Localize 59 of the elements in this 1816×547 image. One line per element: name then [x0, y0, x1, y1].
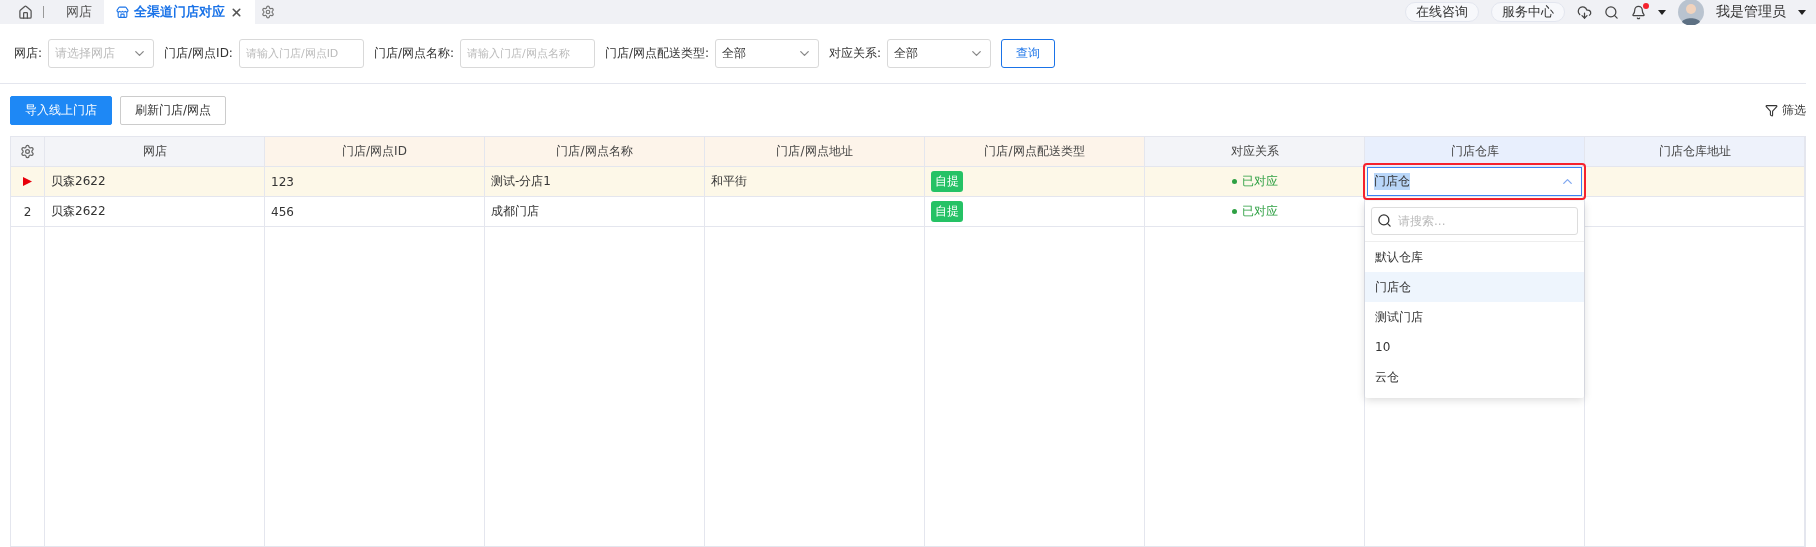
- header-cell: 门店仓库: [1365, 137, 1585, 167]
- table-cell: 和平街: [711, 173, 747, 190]
- input-field[interactable]: 请输入门店/网点ID: [238, 39, 364, 68]
- dropdown-option[interactable]: 10: [1365, 332, 1584, 362]
- header-cell: 门店/网点配送类型: [925, 137, 1145, 167]
- select-field[interactable]: 全部: [715, 39, 820, 68]
- tab[interactable]: 网店: [54, 0, 104, 24]
- status-label: 已对应: [1231, 203, 1278, 220]
- table-cell: 测试-分店1: [491, 173, 551, 190]
- table-cell: 贝森2622: [51, 173, 106, 190]
- query-button[interactable]: 查询: [1001, 39, 1056, 68]
- caret-icon[interactable]: [1798, 9, 1806, 15]
- search-icon[interactable]: [1604, 4, 1619, 20]
- row-number: 2: [23, 204, 32, 219]
- close-icon[interactable]: [230, 5, 243, 19]
- filter-link[interactable]: 筛选: [1765, 101, 1806, 119]
- filter-label: 对应关系:: [829, 45, 882, 62]
- settings-icon[interactable]: [261, 5, 275, 19]
- filter-icon: [1765, 103, 1778, 117]
- current-row-icon: [23, 177, 32, 186]
- header-button[interactable]: 服务中心: [1491, 2, 1565, 22]
- filter-label: 网店:: [14, 45, 43, 62]
- home-icon[interactable]: [18, 4, 33, 20]
- header-button[interactable]: 在线咨询: [1405, 2, 1479, 22]
- header-cell: 对应关系: [1145, 137, 1365, 167]
- table-cell: 贝森2622: [51, 203, 106, 220]
- dropdown-option[interactable]: 云仓: [1365, 362, 1584, 392]
- header-cell: 门店/网点地址: [705, 137, 925, 167]
- input-field[interactable]: 请输入门店/网点名称: [460, 39, 595, 68]
- status-label: 已对应: [1231, 173, 1278, 190]
- delivery-tag: 自提: [931, 171, 963, 192]
- table-cell: 456: [271, 204, 294, 219]
- filter-label: 门店/网点名称:: [373, 45, 454, 62]
- search-icon: [1377, 213, 1392, 228]
- dropdown-option[interactable]: 门店仓: [1365, 272, 1584, 302]
- delivery-tag: 自提: [931, 201, 963, 222]
- store-icon: [116, 5, 129, 19]
- table-cell: 123: [271, 174, 294, 189]
- tab[interactable]: 全渠道门店对应: [104, 0, 255, 24]
- warehouse-select[interactable]: 门店仓: [1367, 167, 1582, 196]
- table-cell: 成都门店: [491, 203, 539, 220]
- settings-icon[interactable]: [20, 144, 35, 159]
- header-cell: 网店: [45, 137, 265, 167]
- dropdown-option[interactable]: 测试门店: [1365, 302, 1584, 332]
- avatar[interactable]: [1678, 0, 1704, 25]
- filter-label: 门店/网点ID:: [164, 45, 233, 62]
- bell-icon[interactable]: [1631, 4, 1646, 20]
- dropdown-option[interactable]: 默认仓库: [1365, 242, 1584, 272]
- user-name[interactable]: 我是管理员: [1716, 3, 1786, 21]
- header-cell: 门店仓库地址: [1585, 137, 1805, 167]
- action-button[interactable]: 刷新门店/网点: [120, 95, 227, 125]
- caret-icon[interactable]: [1658, 9, 1666, 15]
- filter-label: 门店/网点配送类型:: [605, 45, 710, 62]
- select-field[interactable]: 全部: [887, 39, 992, 68]
- header-cell: 门店/网点名称: [485, 137, 705, 167]
- search-field[interactable]: 请搜索...: [1371, 207, 1578, 235]
- action-button[interactable]: 导入线上门店: [10, 95, 112, 125]
- cloud-download-icon[interactable]: [1577, 4, 1592, 20]
- header-cell: 门店/网点ID: [265, 137, 485, 167]
